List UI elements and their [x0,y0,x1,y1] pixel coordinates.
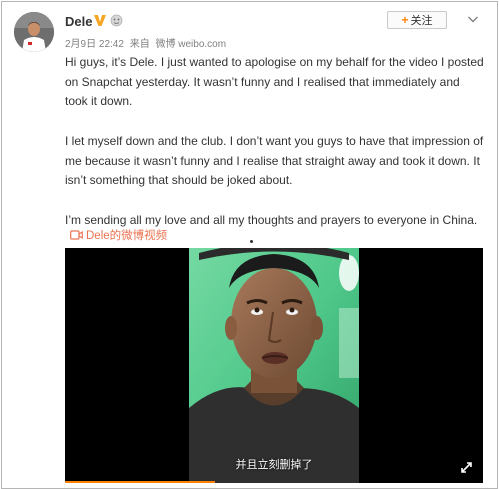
source-prefix: 来自 [129,39,150,50]
post-paragraph: I let myself down and the club. I don’t … [65,133,484,188]
post-meta: 2月9日 22:42 来自 微博 weibo.com [65,35,229,50]
carousel-dot [250,240,253,243]
video-link[interactable]: Dele的微博视频 [70,227,167,243]
avatar[interactable] [14,12,54,52]
post-paragraph: Hi guys, it’s Dele. I just wanted to apo… [65,55,484,109]
video-player[interactable]: 并且立刻删掉了 [65,248,483,483]
video-icon [70,230,83,240]
video-frame [189,248,359,483]
post-date[interactable]: 2月9日 22:42 [65,39,124,50]
post-source[interactable]: 微博 weibo.com [156,39,227,50]
weibo-post-card: Dele 2月9日 22:42 来自 微博 weibo.com + 关注 Hi … [1,1,498,489]
video-progress-bar[interactable] [65,481,216,483]
video-subtitle: 并且立刻删掉了 [235,459,313,471]
post-text: Hi guys, it’s Dele. I just wanted to apo… [65,53,485,230]
plus-icon: + [401,13,409,27]
follow-button[interactable]: + 关注 [387,11,447,29]
dropdown-chevron-icon[interactable] [467,14,479,24]
follow-label: 关注 [410,15,433,27]
fullscreen-icon[interactable] [461,462,472,473]
video-link-label: Dele的微博视频 [86,230,168,242]
member-icon[interactable] [110,14,123,27]
author-name[interactable]: Dele [65,14,92,29]
verified-v-icon [94,15,106,26]
